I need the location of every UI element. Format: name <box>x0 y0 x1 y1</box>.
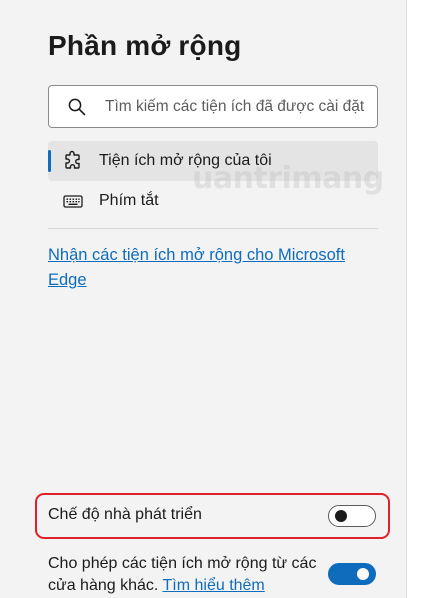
nav-item-label: Phím tắt <box>99 192 159 209</box>
nav-item-keyboard-shortcuts[interactable]: Phím tắt <box>48 181 378 221</box>
learn-more-link[interactable]: Tìm hiểu thêm <box>163 577 265 594</box>
search-icon <box>67 97 87 117</box>
extension-puzzle-icon <box>62 150 84 172</box>
divider <box>48 228 378 229</box>
content-pane-edge <box>406 0 421 598</box>
developer-mode-label: Chế độ nhà phát triển <box>48 506 202 523</box>
allow-other-stores-toggle[interactable] <box>328 563 376 585</box>
allow-other-stores-text: Cho phép các tiện ích mở rộng từ các cửa… <box>48 553 318 597</box>
toggle-knob <box>335 510 347 522</box>
keyboard-icon <box>62 190 84 212</box>
page-title: Phần mở rộng <box>48 30 242 61</box>
nav-item-label: Tiện ích mở rộng của tôi <box>99 152 272 169</box>
get-extensions-link[interactable]: Nhận các tiện ích mở rộng cho Microsoft … <box>48 243 378 293</box>
search-box[interactable] <box>48 85 378 128</box>
search-input[interactable] <box>105 97 375 116</box>
active-indicator <box>48 150 51 172</box>
developer-mode-toggle[interactable] <box>328 505 376 527</box>
toggle-knob <box>357 568 369 580</box>
extensions-sidebar: Phần mở rộng Tiện ích mở rộng của tôi <box>0 0 406 598</box>
nav-item-my-extensions[interactable]: Tiện ích mở rộng của tôi <box>48 141 378 181</box>
